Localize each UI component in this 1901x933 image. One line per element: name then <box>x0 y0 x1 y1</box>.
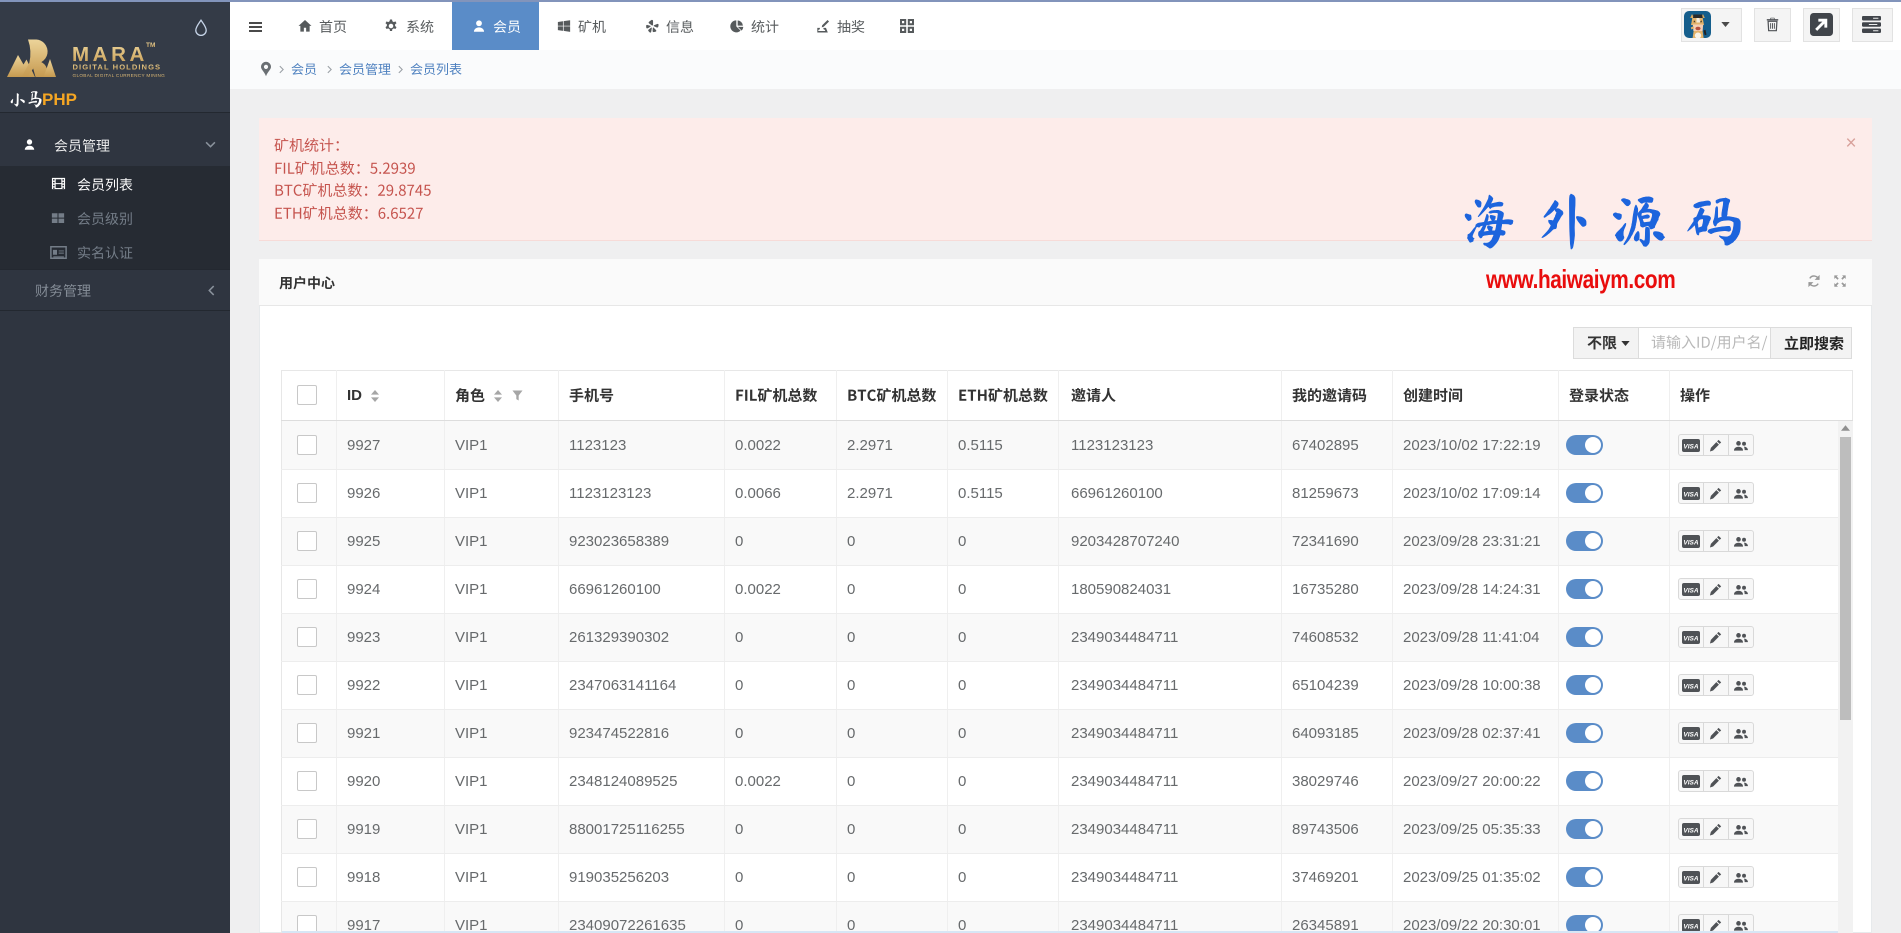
svg-text:VISA: VISA <box>1683 683 1698 690</box>
svg-text:VISA: VISA <box>1683 875 1698 882</box>
svg-text:VISA: VISA <box>1683 827 1698 834</box>
svg-text:VISA: VISA <box>1683 491 1698 498</box>
svg-text:VISA: VISA <box>1683 779 1698 786</box>
svg-text:VISA: VISA <box>1683 923 1698 930</box>
svg-text:VISA: VISA <box>1683 443 1698 450</box>
svg-text:GLOBAL DIGITAL CURRENCY MINING: GLOBAL DIGITAL CURRENCY MINING <box>73 73 166 78</box>
svg-text:VISA: VISA <box>1683 635 1698 642</box>
svg-text:VISA: VISA <box>1683 539 1698 546</box>
svg-text:VISA: VISA <box>1683 587 1698 594</box>
svg-text:TM: TM <box>146 42 155 49</box>
svg-text:VISA: VISA <box>1683 731 1698 738</box>
svg-text:DIGITAL HOLDINGS: DIGITAL HOLDINGS <box>73 63 162 72</box>
